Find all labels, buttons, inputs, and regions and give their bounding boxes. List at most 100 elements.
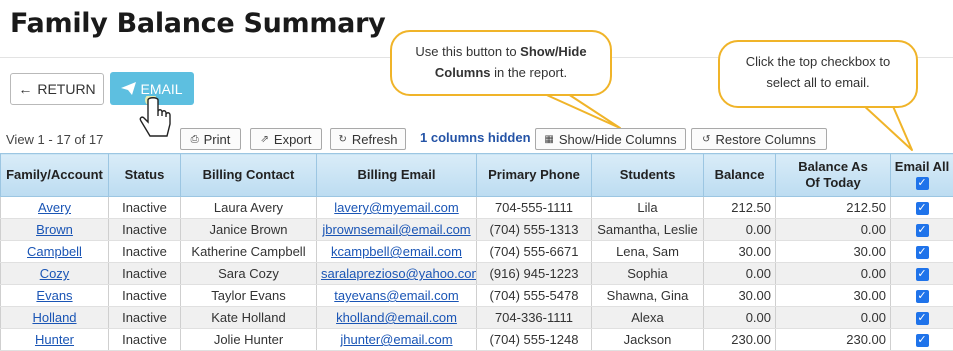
cell-contact: Sara Cozy (181, 263, 317, 285)
table-row: Hunter InactiveJolie Hunter jhunter@email.… (1, 329, 953, 351)
family-link[interactable]: Holland (32, 310, 76, 325)
cell-balance-today: 212.50 (776, 197, 891, 219)
column-header-students[interactable]: Students (592, 154, 704, 197)
email-link[interactable]: kcampbell@email.com (331, 244, 462, 259)
table-row: CampbellInactiveKatherine Campbellkcampb… (1, 241, 953, 263)
row-email-checkbox[interactable]: ✓ (916, 290, 929, 303)
email-link[interactable]: lavery@myemail.com (334, 200, 458, 215)
cell-balance-today: 30.00 (776, 285, 891, 307)
cell-family: Cozy (1, 263, 109, 285)
family-link[interactable]: Avery (38, 200, 71, 215)
row-email-checkbox[interactable]: ✓ (916, 268, 929, 281)
table-row: AveryInactiveLaura Averylavery@myemail.c… (1, 197, 953, 219)
column-header-email-all: Email All ✓ (891, 154, 953, 197)
cell-balance: 0.00 (704, 263, 776, 285)
cell-contact: Kate Holland (181, 307, 317, 329)
cell-balance-today: 0.00 (776, 307, 891, 329)
cell-status: Inactive (109, 285, 181, 307)
cell-status: Inactive (109, 241, 181, 263)
row-email-checkbox[interactable]: ✓ (916, 246, 929, 259)
family-link[interactable]: Brown (36, 222, 73, 237)
cell-family: Holland (1, 307, 109, 329)
restore-columns-button[interactable]: ↺ Restore Columns (691, 128, 827, 150)
cell-email: jbrownsemail@email.com (317, 219, 477, 241)
row-email-checkbox[interactable]: ✓ (916, 334, 929, 347)
cell-contact: Janice Brown (181, 219, 317, 241)
email-all-checkbox[interactable]: ✓ (916, 177, 929, 190)
column-header-balance[interactable]: Balance (704, 154, 776, 197)
cell-balance: 230.00 (704, 329, 776, 351)
family-link[interactable]: Evans (36, 288, 72, 303)
cell-students: Samantha, Leslie (592, 219, 704, 241)
cell-students: Sophia (592, 263, 704, 285)
cell-phone: 704-336-1111 (477, 307, 592, 329)
cell-balance-today: 230.00 (776, 329, 891, 351)
column-header-balance-today[interactable]: Balance AsOf Today (776, 154, 891, 197)
cell-email-select: ✓ (891, 307, 953, 329)
email-link[interactable]: kholland@email.com (336, 310, 457, 325)
column-header-email[interactable]: Billing Email (317, 154, 477, 197)
refresh-button[interactable]: ↻ Refresh (330, 128, 406, 150)
cell-status: Inactive (109, 219, 181, 241)
print-button[interactable]: ⎙ Print (180, 128, 241, 150)
row-email-checkbox[interactable]: ✓ (916, 312, 929, 325)
cell-balance: 0.00 (704, 307, 776, 329)
email-all-callout: Click the top checkbox to select all to … (718, 40, 918, 108)
table-row: Holland InactiveKate Holland kholland@emai… (1, 307, 953, 329)
table-row: CozyInactiveSara Cozysaralaprezioso@yaho… (1, 263, 953, 285)
cell-phone: (704) 555-1248 (477, 329, 592, 351)
cell-contact: Laura Avery (181, 197, 317, 219)
family-link[interactable]: Campbell (27, 244, 82, 259)
restore-icon: ↺ (702, 134, 710, 145)
print-icon: ⎙ (191, 134, 199, 145)
cell-email-select: ✓ (891, 197, 953, 219)
cell-phone: (704) 555-1313 (477, 219, 592, 241)
cell-family: Brown (1, 219, 109, 241)
cell-status: Inactive (109, 329, 181, 351)
cell-balance-today: 0.00 (776, 219, 891, 241)
column-header-family[interactable]: Family/Account (1, 154, 109, 197)
export-icon: ⇗ (261, 134, 269, 145)
columns-icon: ▦ (544, 134, 553, 145)
email-link[interactable]: tayevans@email.com (334, 288, 458, 303)
table-row: Brown InactiveJanice Brown jbrownsemail@em… (1, 219, 953, 241)
column-header-phone[interactable]: Primary Phone (477, 154, 592, 197)
cell-students: Shawna, Gina (592, 285, 704, 307)
column-header-status[interactable]: Status (109, 154, 181, 197)
cell-email: jhunter@email.com (317, 329, 477, 351)
cell-students: Alexa (592, 307, 704, 329)
table-header-row: Family/Account Status Billing Contact Bi… (1, 154, 953, 197)
cell-balance: 0.00 (704, 219, 776, 241)
cell-email-select: ✓ (891, 263, 953, 285)
view-count: View 1 - 17 of 17 (6, 132, 103, 147)
cell-email-select: ✓ (891, 241, 953, 263)
cell-contact: Taylor Evans (181, 285, 317, 307)
cell-email-select: ✓ (891, 329, 953, 351)
cell-email: tayevans@email.com (317, 285, 477, 307)
cell-balance: 30.00 (704, 285, 776, 307)
show-hide-callout: Use this button to Show/Hide Columns in … (390, 30, 612, 96)
row-email-checkbox[interactable]: ✓ (916, 224, 929, 237)
email-link[interactable]: jbrownsemail@email.com (322, 222, 470, 237)
column-header-contact[interactable]: Billing Contact (181, 154, 317, 197)
email-link[interactable]: saralaprezioso@yahoo.com (321, 266, 477, 281)
family-link[interactable]: Cozy (40, 266, 70, 281)
cell-students: Lena, Sam (592, 241, 704, 263)
family-link[interactable]: Hunter (35, 332, 74, 347)
row-email-checkbox[interactable]: ✓ (916, 202, 929, 215)
refresh-icon: ↻ (339, 134, 347, 145)
cell-students: Lila (592, 197, 704, 219)
cell-contact: Jolie Hunter (181, 329, 317, 351)
cell-balance: 30.00 (704, 241, 776, 263)
balance-table: Family/Account Status Billing Contact Bi… (0, 153, 953, 351)
cell-phone: (704) 555-6671 (477, 241, 592, 263)
export-button[interactable]: ⇗ Export (250, 128, 322, 150)
cell-balance-today: 30.00 (776, 241, 891, 263)
show-hide-columns-button[interactable]: ▦ Show/Hide Columns (535, 128, 686, 150)
cell-phone: 704-555-1111 (477, 197, 592, 219)
cell-students: Jackson (592, 329, 704, 351)
cell-phone: (916) 945-1223 (477, 263, 592, 285)
cell-email: lavery@myemail.com (317, 197, 477, 219)
cell-status: Inactive (109, 307, 181, 329)
email-link[interactable]: jhunter@email.com (340, 332, 452, 347)
